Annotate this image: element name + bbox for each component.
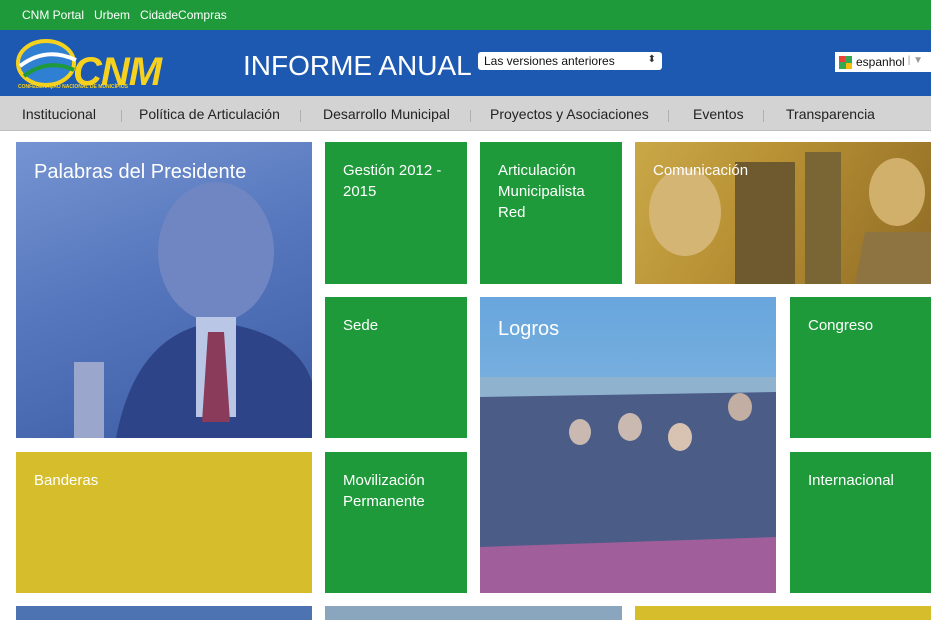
tile-palabras-presidente[interactable]: Palabras del Presidente — [16, 142, 312, 438]
president-photo-icon — [74, 182, 312, 438]
tile-label: Logros — [498, 318, 560, 340]
nav-transparencia[interactable]: Transparencia — [786, 106, 875, 122]
nav-divider — [300, 110, 301, 122]
tile-label: Movilización Permanente — [343, 472, 425, 510]
tile-partial-1[interactable] — [16, 606, 312, 620]
tile-label: Gestión 2012 - 2015 — [343, 162, 442, 200]
versions-select-value: Las versiones anteriores — [484, 54, 615, 68]
tile-partial-2[interactable] — [325, 606, 622, 620]
nav-politica-articulacion[interactable]: Política de Articulación — [139, 106, 280, 122]
tile-articulacion[interactable]: Articulación Municipalista Red — [480, 142, 622, 284]
nav-proyectos-asociaciones[interactable]: Proyectos y Asociaciones — [490, 106, 649, 122]
nav-divider — [470, 110, 471, 122]
nav-eventos[interactable]: Eventos — [693, 106, 744, 122]
crowd-photo-icon — [480, 377, 776, 593]
link-urbem[interactable]: Urbem — [94, 8, 130, 22]
translate-icon — [839, 55, 852, 69]
top-links: CNM Portal Urbem CidadeCompras — [22, 8, 227, 22]
tile-partial-3[interactable] — [635, 606, 931, 620]
tile-label: Internacional — [808, 472, 894, 489]
tile-label: Palabras del Presidente — [34, 161, 247, 183]
tile-label: Banderas — [34, 472, 99, 489]
language-value: espanhol — [856, 55, 905, 69]
nav-divider — [121, 110, 122, 122]
tile-logros[interactable]: Logros — [480, 297, 776, 593]
link-cidadecompras[interactable]: CidadeCompras — [140, 8, 227, 22]
tile-sede[interactable]: Sede — [325, 297, 467, 438]
tile-label: Sede — [343, 317, 379, 334]
tile-banderas[interactable]: Banderas — [16, 452, 312, 593]
tile-movilizacion[interactable]: Movilización Permanente — [325, 452, 467, 593]
tile-gestion[interactable]: Gestión 2012 - 2015 — [325, 142, 467, 284]
select-arrows-icon: ⬍ — [647, 54, 656, 65]
nav-divider — [668, 110, 669, 122]
tile-label: Articulación Municipalista Red — [498, 162, 585, 221]
tile-internacional[interactable]: Internacional — [790, 452, 931, 593]
versions-select[interactable]: Las versiones anteriores ⬍ — [478, 52, 662, 70]
tile-congreso[interactable]: Congreso — [790, 297, 931, 438]
dropdown-arrow-icon: | ▼ — [907, 55, 923, 66]
logo-subtitle: CONFEDERAÇÃO NACIONAL DE MUNICÍPIOS — [18, 84, 128, 90]
tile-label: Congreso — [808, 317, 874, 334]
nav-institucional[interactable]: Institucional — [22, 106, 96, 122]
link-cnm-portal[interactable]: CNM Portal — [22, 8, 84, 22]
tile-label: Comunicación — [653, 162, 749, 179]
nav-divider — [763, 110, 764, 122]
tile-comunicacion[interactable]: Comunicación — [635, 142, 931, 284]
page-title: INFORME ANUAL — [243, 50, 472, 81]
nav-desarrollo-municipal[interactable]: Desarrollo Municipal — [323, 106, 450, 122]
language-selector[interactable]: espanhol | ▼ — [835, 52, 931, 72]
